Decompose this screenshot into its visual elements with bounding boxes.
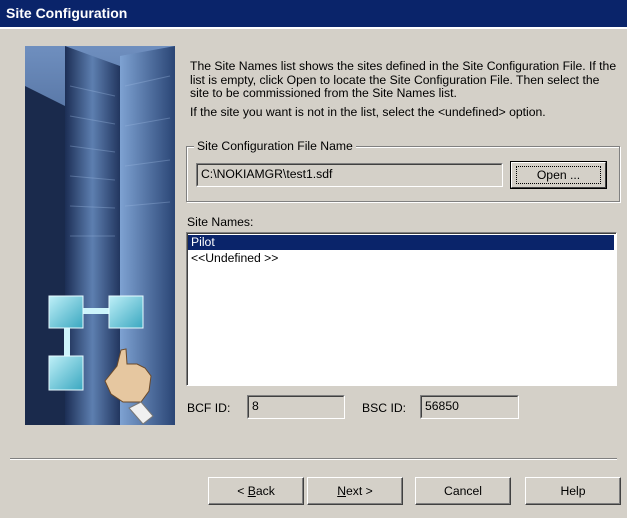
list-item-undefined[interactable]: <<Undefined >> <box>188 251 614 266</box>
help-button-label: Help <box>560 484 586 498</box>
instructions-paragraph-1: The Site Names list shows the sites defi… <box>190 59 617 100</box>
bcf-id-field[interactable]: 8 <box>247 395 345 419</box>
back-rest: ack <box>255 484 275 498</box>
config-file-path-value: C:\NOKIAMGR\test1.sdf <box>197 164 502 186</box>
site-names-list[interactable]: Pilot <<Undefined >> <box>186 232 617 386</box>
bcf-id-label: BCF ID: <box>187 401 231 415</box>
bsc-id-label: BSC ID: <box>362 401 407 415</box>
help-button[interactable]: Help <box>525 477 621 505</box>
instructions: The Site Names list shows the sites defi… <box>190 59 620 119</box>
open-button-label: Open ... <box>536 168 581 182</box>
window-title: Site Configuration <box>6 5 128 21</box>
back-prefix: < <box>237 484 248 498</box>
city-network-illustration <box>25 46 175 425</box>
config-file-path-field[interactable]: C:\NOKIAMGR\test1.sdf <box>196 163 503 187</box>
back-mnemonic: B <box>247 484 256 498</box>
wizard-artwork <box>25 46 175 425</box>
bcf-id-value: 8 <box>248 396 344 418</box>
cancel-button-label: Cancel <box>444 484 482 498</box>
back-button[interactable]: < Back <box>208 477 304 505</box>
next-button-label: Next > <box>337 478 373 504</box>
footer-divider <box>10 458 617 460</box>
bsc-id-value: 56850 <box>421 396 518 418</box>
next-rest: ext > <box>346 484 373 498</box>
list-item-pilot[interactable]: Pilot <box>188 235 614 250</box>
cancel-button[interactable]: Cancel <box>415 477 511 505</box>
title-bar: Site Configuration <box>0 0 627 27</box>
back-button-label: < Back <box>237 478 275 504</box>
instructions-paragraph-2: If the site you want is not in the list,… <box>190 104 546 119</box>
next-mnemonic: N <box>337 484 347 498</box>
next-button[interactable]: Next > <box>307 477 403 505</box>
open-button[interactable]: Open ... <box>510 161 607 189</box>
bsc-id-field[interactable]: 56850 <box>420 395 519 419</box>
file-name-group-label: Site Configuration File Name <box>194 139 356 153</box>
site-names-label: Site Names: <box>187 215 254 229</box>
site-configuration-dialog: Site Configuration The Site Names list s… <box>0 0 627 518</box>
title-separator <box>0 27 627 29</box>
